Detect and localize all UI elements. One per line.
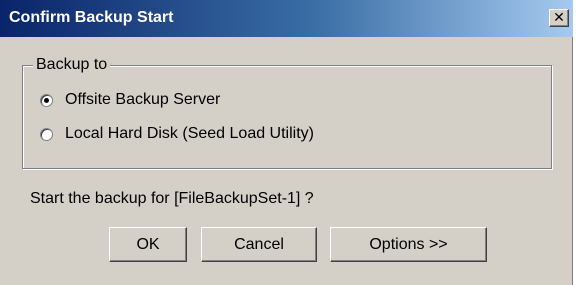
ok-button[interactable]: OK	[109, 227, 187, 262]
radio-unselected-icon[interactable]	[40, 127, 53, 141]
confirm-prompt: Start the backup for [FileBackupSet-1] ?	[30, 190, 314, 207]
options-button[interactable]: Options >>	[330, 227, 487, 262]
radio-local-hard-disk[interactable]: Local Hard Disk (Seed Load Utility)	[40, 125, 314, 143]
confirm-backup-dialog: Confirm Backup Start ✕ Backup to Offsite…	[0, 0, 573, 285]
radio-selected-icon[interactable]	[40, 93, 53, 107]
close-button[interactable]: ✕	[549, 9, 569, 27]
close-icon: ✕	[553, 9, 565, 25]
backup-to-legend: Backup to	[33, 56, 111, 74]
radio-label-offsite: Offsite Backup Server	[65, 91, 221, 108]
title-bar[interactable]: Confirm Backup Start ✕	[0, 0, 573, 37]
backup-to-group	[22, 65, 552, 169]
radio-label-local: Local Hard Disk (Seed Load Utility)	[65, 125, 314, 142]
cancel-button[interactable]: Cancel	[201, 227, 317, 262]
dialog-title: Confirm Backup Start	[9, 9, 174, 26]
radio-offsite-backup-server[interactable]: Offsite Backup Server	[40, 91, 220, 109]
